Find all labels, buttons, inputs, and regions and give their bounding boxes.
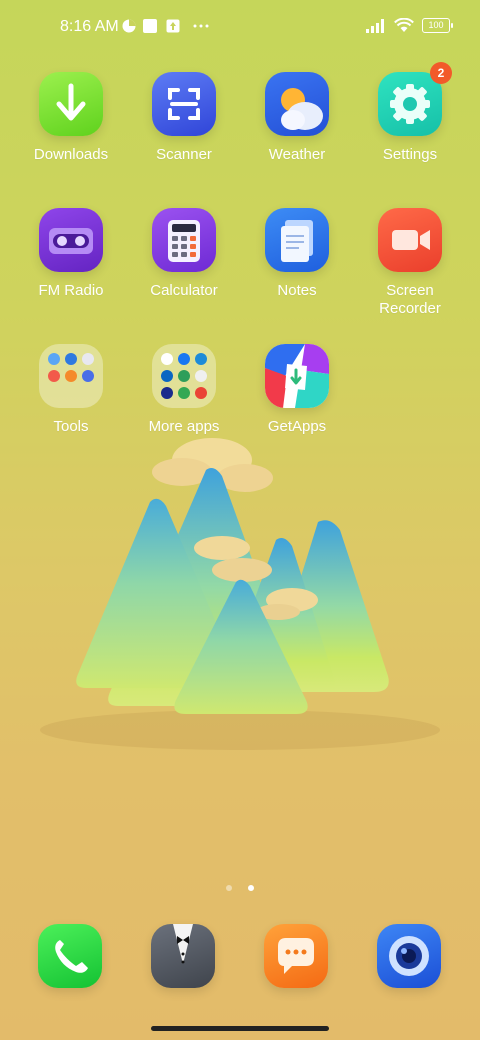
app-folder-more-apps[interactable]: More apps <box>128 344 240 436</box>
app-label: Downloads <box>33 146 109 163</box>
notes-icon <box>265 208 329 272</box>
app-weather[interactable]: Weather <box>241 72 353 164</box>
calculator-icon <box>152 208 216 272</box>
dock-camera[interactable] <box>377 924 441 988</box>
sun-cloud-icon <box>265 72 329 136</box>
video-camera-icon <box>378 208 442 272</box>
signal-icon <box>366 18 384 33</box>
app-screen-recorder[interactable]: Screen Recorder <box>354 208 466 318</box>
app-label: Calculator <box>150 282 218 299</box>
battery-icon: 100 <box>422 18 453 33</box>
getapps-icon <box>265 344 329 408</box>
status-time: 8:16 AM <box>60 18 119 35</box>
app-notes[interactable]: Notes <box>241 208 353 300</box>
folder-icon <box>39 344 103 408</box>
dock-butler[interactable] <box>151 924 215 988</box>
app-fm-radio[interactable]: FM Radio <box>15 208 127 300</box>
camera-icon <box>389 936 429 976</box>
folder-icon <box>152 344 216 408</box>
app-downloads[interactable]: Downloads <box>15 72 127 164</box>
app-label: FM Radio <box>38 282 104 299</box>
wallpaper-mountains <box>40 438 440 750</box>
status-bar: 8:16 AM 100 <box>0 0 480 56</box>
wifi-icon <box>394 18 414 32</box>
square-notification-icon <box>143 19 157 33</box>
app-settings[interactable]: 2 Settings <box>354 62 466 164</box>
page-indicator[interactable] <box>0 878 480 896</box>
home-gesture-bar[interactable] <box>151 1026 329 1031</box>
app-label: Scanner <box>156 146 212 163</box>
status-right-icons: 100 <box>366 18 453 33</box>
messages-icon <box>278 938 314 974</box>
app-label: Screen Recorder <box>379 282 441 317</box>
scan-frame-icon <box>152 72 216 136</box>
cassette-icon <box>39 208 103 272</box>
upload-notification-icon <box>166 19 180 33</box>
app-label: Weather <box>268 146 326 163</box>
app-calculator[interactable]: Calculator <box>128 208 240 300</box>
notification-badge: 2 <box>430 62 452 84</box>
app-label: Settings <box>382 146 438 163</box>
app-getapps[interactable]: GetApps <box>241 344 353 436</box>
phone-icon <box>55 940 88 973</box>
dock-phone[interactable] <box>38 924 102 988</box>
gear-icon: 2 <box>378 62 452 136</box>
butler-icon <box>173 924 193 964</box>
page-dot-1[interactable] <box>225 885 232 891</box>
dock-messages[interactable] <box>264 924 328 988</box>
app-folder-tools[interactable]: Tools <box>15 344 127 436</box>
page-dot-2[interactable] <box>248 885 255 891</box>
more-notifications-icon <box>193 24 209 28</box>
app-label: Notes <box>277 282 317 299</box>
download-arrow-icon <box>39 72 103 136</box>
app-scanner[interactable]: Scanner <box>128 72 240 164</box>
data-saver-icon <box>122 19 136 33</box>
